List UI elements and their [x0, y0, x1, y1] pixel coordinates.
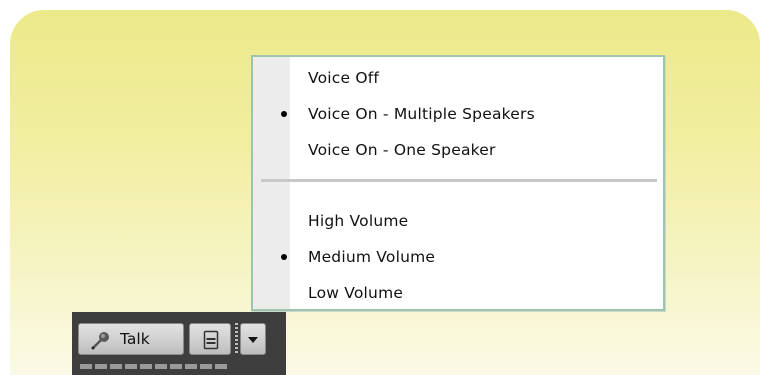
menu-item-high-volume[interactable]: High Volume [253, 204, 663, 238]
menu-item-label: Voice On - One Speaker [308, 141, 496, 159]
level-meter-segment [140, 364, 152, 369]
menu-item-voice-off[interactable]: Voice Off [253, 61, 663, 95]
menu-item-voice-on-multiple[interactable]: Voice On - Multiple Speakers [253, 97, 663, 131]
volume-level-meter [80, 364, 227, 369]
level-meter-segment [125, 364, 137, 369]
menu-item-low-volume[interactable]: Low Volume [253, 276, 663, 310]
voice-toolbar: Talk [72, 312, 286, 375]
menu-item-label: Low Volume [308, 284, 404, 302]
chevron-down-icon [248, 337, 258, 343]
level-meter-segment [200, 364, 212, 369]
level-meter-segment [110, 364, 122, 369]
level-meter-segment [155, 364, 167, 369]
menu-item-label: Voice Off [308, 69, 380, 87]
menu-item-label: Medium Volume [308, 248, 436, 266]
lock-icon [203, 330, 219, 350]
menu-item-medium-volume[interactable]: Medium Volume [253, 240, 663, 274]
menu-item-voice-on-multiple-check [281, 111, 287, 117]
menu-separator [261, 179, 657, 182]
talk-button[interactable]: Talk [78, 323, 184, 355]
menu-item-medium-volume-check [281, 254, 287, 260]
lock-button[interactable] [189, 323, 231, 355]
level-meter-segment [215, 364, 227, 369]
microphone-icon [91, 332, 109, 350]
menu-item-label: High Volume [308, 212, 409, 230]
level-meter-segment [170, 364, 182, 369]
level-meter-segment [80, 364, 92, 369]
level-meter-segment [95, 364, 107, 369]
toolbar-grip [235, 323, 238, 355]
menu-item-voice-on-one[interactable]: Voice On - One Speaker [253, 133, 663, 167]
talk-button-label: Talk [120, 330, 150, 348]
voice-options-menu: Voice Off Voice On - Multiple Speakers V… [251, 55, 665, 311]
voice-options-dropdown-button[interactable] [240, 323, 266, 355]
level-meter-segment [185, 364, 197, 369]
menu-item-label: Voice On - Multiple Speakers [308, 105, 535, 123]
